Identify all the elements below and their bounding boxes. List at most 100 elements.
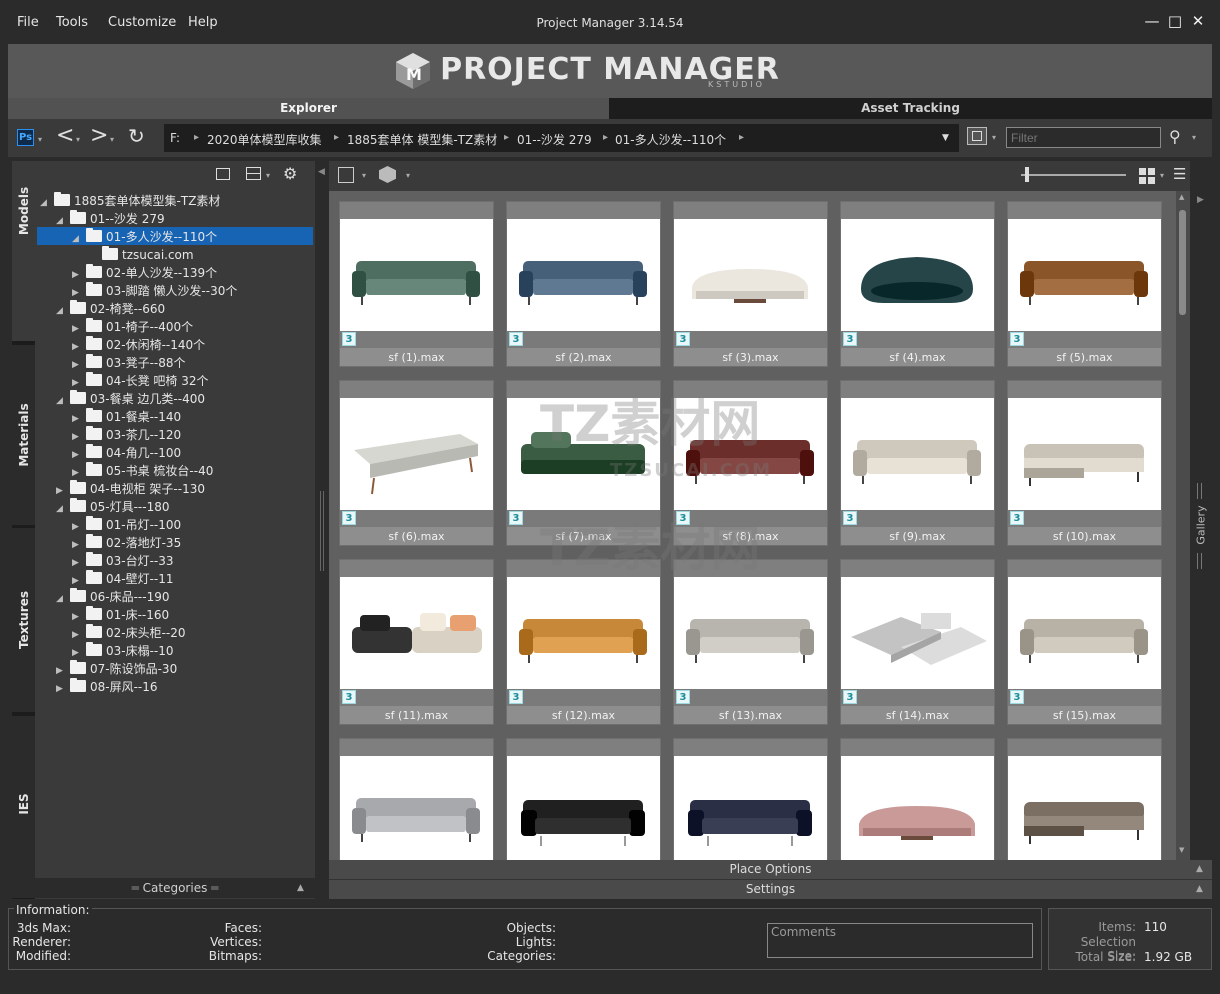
expand-icon[interactable]: ▲ [1196, 860, 1203, 879]
model-thumbnail[interactable] [841, 219, 994, 331]
model-card[interactable] [840, 738, 995, 860]
model-thumbnail[interactable] [507, 219, 660, 331]
tab-materials[interactable]: Materials [12, 345, 35, 525]
tree-item[interactable]: ▶ 02-落地灯-35 [72, 534, 181, 552]
tree-item[interactable]: ◢ 05-灯具---180 [56, 498, 170, 516]
model-card[interactable]: 3 sf (3).max [673, 201, 828, 367]
breadcrumb-dropdown-icon[interactable]: ▼ [942, 133, 949, 143]
model-card[interactable] [339, 738, 494, 860]
tree-item[interactable]: ▶ 08-屏风--16 [56, 678, 158, 696]
model-thumbnail[interactable] [340, 398, 493, 510]
model-card[interactable]: 3 sf (11).max [339, 559, 494, 725]
tree-item[interactable]: ▶ 04-电视柜 架子--130 [56, 480, 205, 498]
expanded-arrow-icon[interactable]: ◢ [56, 590, 70, 608]
gear-icon[interactable]: ⚙ [283, 164, 297, 183]
panel-splitter[interactable]: ◀ [315, 161, 329, 899]
tree-item[interactable]: ▶ 01-餐桌--140 [72, 408, 181, 426]
tree-item[interactable]: ▶ 03-茶几--120 [72, 426, 181, 444]
tree-item[interactable]: ▶ 03-台灯--33 [72, 552, 174, 570]
model-card[interactable]: 3 sf (13).max [673, 559, 828, 725]
collapse-icon[interactable]: ▲ [297, 878, 304, 898]
breadcrumb-item[interactable]: F: [170, 131, 180, 145]
back-icon[interactable]: < [56, 123, 74, 148]
cube-icon[interactable] [379, 166, 396, 183]
tab-asset-tracking[interactable]: Asset Tracking [609, 98, 1212, 119]
minimize-icon[interactable]: — [1143, 12, 1161, 32]
tree-item[interactable]: tzsucai.com [88, 246, 194, 264]
categories-footer[interactable]: ═ Categories ═ ▲ [35, 878, 315, 898]
model-card[interactable]: 3 sf (6).max [339, 380, 494, 546]
sync-icon[interactable] [338, 167, 354, 183]
tree-item[interactable]: ▶ 02-床头柜--20 [72, 624, 186, 642]
slider-handle[interactable] [1025, 167, 1029, 182]
model-card[interactable]: 3 sf (4).max [840, 201, 995, 367]
chevron-down-icon[interactable]: ▾ [266, 171, 270, 180]
tree-item[interactable]: ◢ 06-床品---190 [56, 588, 170, 606]
layout-icon[interactable] [246, 167, 261, 180]
chevron-down-icon[interactable]: ▾ [992, 133, 996, 142]
model-thumbnail[interactable] [340, 577, 493, 689]
scrollbar-thumb[interactable] [1179, 210, 1186, 315]
expanded-arrow-icon[interactable]: ◢ [56, 302, 70, 320]
collapse-left-icon[interactable]: ◀ [318, 167, 325, 177]
grid-view-icon[interactable] [1139, 168, 1155, 184]
breadcrumb-item[interactable]: 01--沙发 279 [517, 131, 592, 148]
chevron-down-icon[interactable]: ▾ [38, 135, 42, 144]
chevron-down-icon[interactable]: ▾ [1192, 133, 1196, 142]
tree-item[interactable]: ▶ 04-壁灯--11 [72, 570, 174, 588]
breadcrumb-item[interactable]: 2020单体模型库收集 [207, 131, 322, 148]
tree-item[interactable]: ◢ 01-多人沙发--110个 [72, 228, 217, 246]
model-thumbnail[interactable] [674, 398, 827, 510]
model-thumbnail[interactable] [507, 577, 660, 689]
model-thumbnail[interactable] [340, 219, 493, 331]
model-card[interactable] [1007, 738, 1162, 860]
tree-item[interactable]: ▶ 03-凳子--88个 [72, 354, 186, 372]
tree-item[interactable]: ▶ 01-床--160 [72, 606, 169, 624]
chevron-down-icon[interactable]: ▾ [76, 135, 80, 144]
tree-item[interactable]: ◢ 02-椅凳--660 [56, 300, 165, 318]
collapse-right-icon[interactable]: ▶ [1197, 195, 1204, 205]
close-icon[interactable]: ✕ [1189, 12, 1207, 32]
thumbnail-size-slider[interactable] [1021, 174, 1126, 176]
tree-item[interactable]: ▶ 05-书桌 梳妆台--40 [72, 462, 213, 480]
gallery-side-tab[interactable]: ▶ Gallery [1190, 161, 1212, 899]
model-thumbnail[interactable] [841, 756, 994, 860]
chevron-down-icon[interactable]: ▾ [362, 171, 366, 180]
model-thumbnail[interactable] [841, 577, 994, 689]
refresh-icon[interactable]: ↻ [128, 124, 145, 148]
model-card[interactable] [506, 738, 661, 860]
model-card[interactable]: 3 sf (15).max [1007, 559, 1162, 725]
breadcrumb-item[interactable]: 1885套单体 模型集-TZ素材 [347, 131, 497, 148]
tree-item[interactable]: ▶ 07-陈设饰品-30 [56, 660, 177, 678]
scroll-up-icon[interactable]: ▲ [1179, 193, 1184, 201]
model-card[interactable]: 3 sf (2).max [506, 201, 661, 367]
model-card[interactable]: 3 sf (14).max [840, 559, 995, 725]
view-options-icon[interactable] [967, 127, 987, 145]
model-card[interactable]: 3 sf (7).max [506, 380, 661, 546]
expanded-arrow-icon[interactable]: ◢ [56, 392, 70, 410]
model-thumbnail[interactable] [1008, 577, 1161, 689]
model-thumbnail[interactable] [340, 756, 493, 860]
filter-input[interactable] [1006, 127, 1161, 148]
photoshop-icon[interactable]: Ps [17, 129, 34, 146]
tree-item[interactable]: ◢ 03-餐桌 边几类--400 [56, 390, 205, 408]
model-thumbnail[interactable] [1008, 398, 1161, 510]
settings-bar[interactable]: Settings ▲ [329, 879, 1212, 899]
model-thumbnail[interactable] [674, 577, 827, 689]
chevron-down-icon[interactable]: ▾ [1160, 171, 1164, 180]
model-thumbnail[interactable] [1008, 756, 1161, 860]
expand-icon[interactable]: ▲ [1196, 880, 1203, 899]
model-card[interactable]: 3 sf (1).max [339, 201, 494, 367]
tree-item[interactable]: ◢ 1885套单体模型集-TZ素材 [40, 192, 220, 210]
model-thumbnail[interactable] [507, 398, 660, 510]
expanded-arrow-icon[interactable]: ◢ [72, 230, 86, 248]
model-card[interactable]: 3 sf (8).max [673, 380, 828, 546]
forward-icon[interactable]: > [90, 123, 108, 148]
tree-item[interactable]: ▶ 03-床榻--10 [72, 642, 174, 660]
tree-item[interactable]: ▶ 02-单人沙发--139个 [72, 264, 217, 282]
model-thumbnail[interactable] [674, 756, 827, 860]
tab-textures[interactable]: Textures [12, 528, 35, 712]
maximize-icon[interactable]: □ [1166, 12, 1184, 32]
expanded-arrow-icon[interactable]: ◢ [56, 212, 70, 230]
model-card[interactable] [673, 738, 828, 860]
